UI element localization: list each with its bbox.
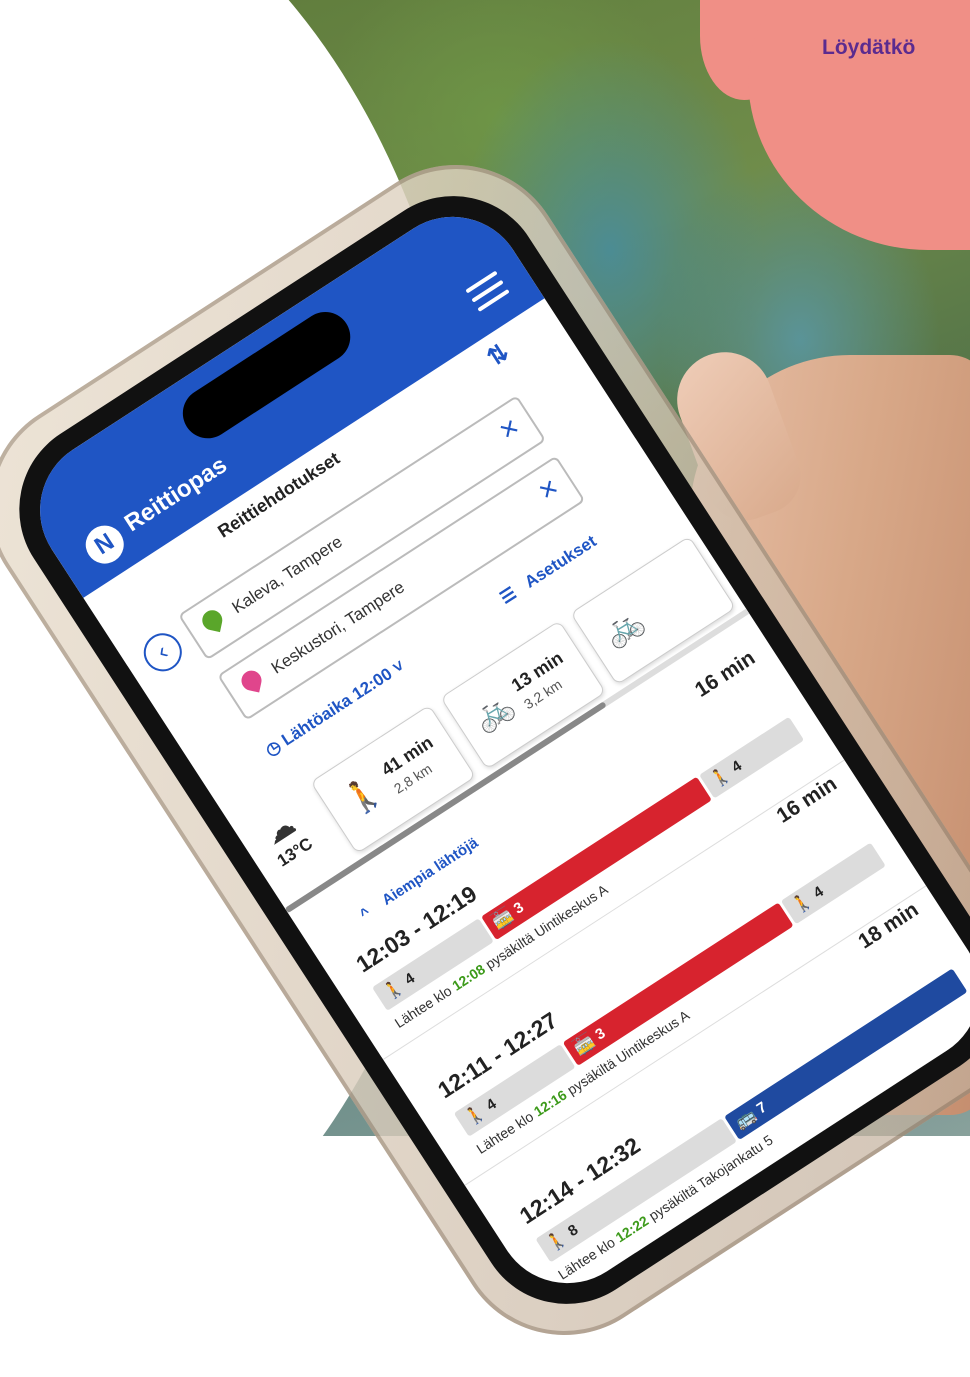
walk-icon: 🚶 [379,975,408,1004]
chevron-left-icon: ‹ [151,638,174,666]
walk-icon: 🚶 [460,1101,490,1130]
tram-icon: 🚋 [488,905,517,933]
more-mode-card[interactable]: 🚲 [570,535,737,686]
back-button[interactable]: ‹ [136,626,190,679]
destination-pin-icon [239,668,264,693]
segment-label: 4 [401,969,418,989]
walk-icon: 🚶 [788,889,817,917]
sliders-icon: ☰ [496,583,520,608]
clear-origin-icon[interactable]: × [493,410,526,448]
segment-label: 8 [565,1221,582,1241]
walk-icon: 🚶 [706,763,735,792]
bus-icon: 🚌 [731,1105,760,1133]
settings-label: Asetukset [521,531,600,592]
segment-label: 3 [592,1024,609,1044]
walk-segment: 🚶 4 [780,842,886,925]
bike-icon: 🚲 [596,600,650,653]
bike-icon: 🚲 [466,685,520,737]
segment-label: 4 [483,1095,500,1115]
chevron-down-icon: ˅ [389,656,408,678]
segment-label: 4 [810,883,827,902]
banner-headline: Löydätkö [822,36,916,59]
bike-mode-card[interactable]: 🚲 13 min 3,2 km [440,620,607,770]
swap-direction-icon[interactable]: ⇅ [482,338,515,373]
app-logo: N [78,518,132,571]
clear-destination-icon[interactable]: × [532,471,565,509]
walk-mode-card[interactable]: 🚶 41 min 2,8 km [310,704,477,855]
hamburger-menu-icon[interactable] [465,270,510,314]
tram-icon: 🚋 [569,1030,599,1059]
route-duration: 16 min [690,646,760,702]
segment-label: 4 [728,757,745,777]
segment-label: 7 [753,1098,770,1118]
origin-pin-icon [200,608,225,633]
walk-icon: 🚶 [336,769,390,822]
walk-segment: 🚶 4 [699,716,805,799]
walk-icon: 🚶 [542,1227,571,1256]
segment-label: 3 [510,898,527,918]
